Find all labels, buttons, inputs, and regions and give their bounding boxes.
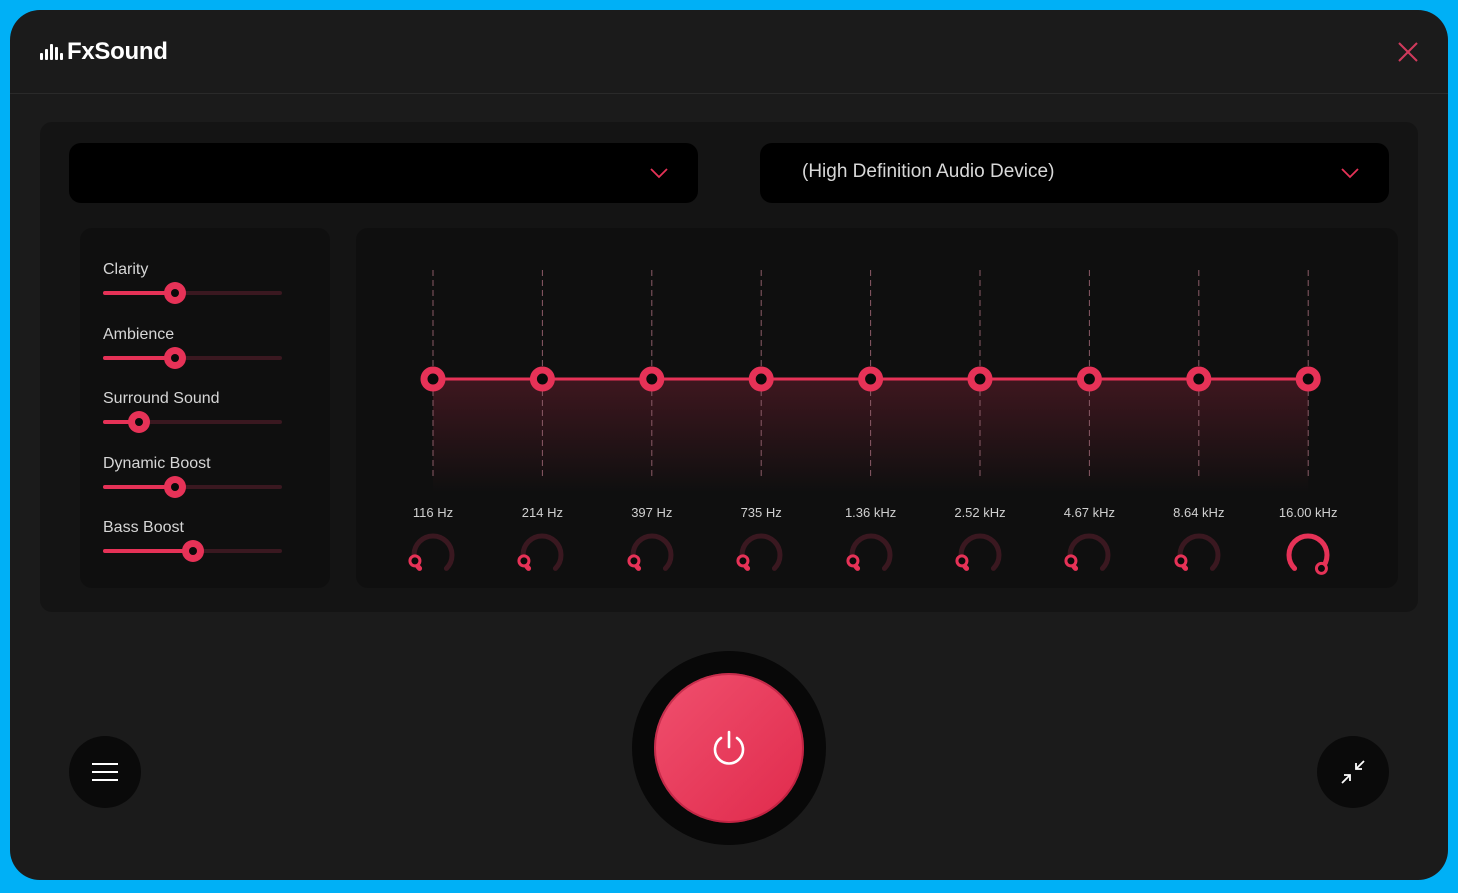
effect-slider-clarity: Clarity (103, 261, 283, 311)
slider-track[interactable] (103, 540, 282, 562)
chevron-down-icon (1341, 168, 1359, 179)
eq-band-knob[interactable] (1283, 530, 1333, 580)
slider-thumb[interactable] (163, 346, 186, 369)
slider-fill (103, 549, 193, 553)
knob-handle (408, 554, 422, 568)
close-icon (1398, 42, 1418, 62)
output-device-dropdown[interactable]: (High Definition Audio Device) (760, 143, 1389, 203)
slider-track[interactable] (103, 282, 282, 304)
effect-label: Ambience (103, 325, 175, 343)
eq-frequency-label: 16.00 kHz (1278, 505, 1338, 520)
eq-band-handle[interactable] (529, 366, 555, 392)
knob-dial (1286, 533, 1330, 575)
knob-handle (1315, 561, 1329, 575)
eq-band-knob[interactable] (1174, 530, 1224, 580)
knob-dial (517, 533, 564, 571)
eq-band-knob[interactable] (955, 530, 1005, 580)
eq-band-knob[interactable] (736, 530, 786, 580)
eq-band-knob[interactable] (517, 530, 567, 580)
eq-band-handle[interactable] (420, 366, 446, 392)
slider-thumb[interactable] (127, 411, 150, 433)
eq-band-handle[interactable] (1076, 366, 1102, 392)
minimize-arrows-icon (1341, 760, 1365, 784)
eq-frequency-label: 4.67 kHz (1063, 505, 1116, 520)
main-panel: (High Definition Audio Device) Clarity Am… (40, 122, 1418, 612)
knob-handle (517, 554, 531, 568)
menu-button[interactable] (69, 736, 141, 808)
slider-thumb[interactable] (163, 475, 186, 498)
eq-band-handle[interactable] (858, 366, 884, 392)
knob-handle (1174, 554, 1188, 568)
knob-dial (1064, 533, 1111, 571)
eq-frequency-label: 397 Hz (631, 505, 673, 520)
eq-frequency-label: 214 Hz (521, 505, 563, 520)
eq-band-handle[interactable] (967, 366, 993, 392)
effects-panel: Clarity Ambience Surround Sound Dynamic Boo… (80, 228, 330, 588)
effect-slider-dynamic-boost: Dynamic Boost (103, 455, 283, 505)
effect-label: Bass Boost (103, 519, 184, 536)
eq-band-knob[interactable] (408, 530, 458, 580)
eq-frequency-label: 2.52 kHz (954, 505, 1006, 520)
knob-handle (627, 554, 641, 568)
knob-dial (1174, 533, 1221, 571)
eq-band-handle[interactable] (1295, 366, 1321, 392)
knob-dial (408, 533, 455, 571)
eq-frequency-label: 116 Hz (412, 505, 454, 520)
effect-slider-ambience: Ambience (103, 326, 283, 376)
effect-slider-surround-sound: Surround Sound (103, 390, 283, 440)
knob-handle (736, 554, 750, 568)
knob-dial (627, 533, 674, 571)
effect-label: Surround Sound (103, 390, 220, 407)
app-title: FxSound (67, 38, 168, 65)
effect-slider-bass-boost: Bass Boost (103, 519, 283, 569)
eq-band-knob[interactable] (1064, 530, 1114, 580)
eq-band-knob[interactable] (846, 530, 896, 580)
eq-frequency-label: 8.64 kHz (1173, 505, 1225, 520)
equalizer-panel: 116 Hz 214 Hz 397 Hz 735 Hz 1.36 kHz 2.52 kHz… (356, 228, 1398, 588)
slider-track[interactable] (103, 475, 282, 498)
effect-label: Clarity (103, 261, 149, 278)
slider-thumb[interactable] (163, 282, 186, 304)
knob-dial (955, 533, 1002, 571)
title-bar: FxSound (10, 10, 1448, 94)
eq-frequency-label: 735 Hz (740, 505, 782, 520)
slider-track[interactable] (103, 346, 282, 369)
hamburger-menu-icon (92, 763, 118, 781)
preset-dropdown[interactable] (69, 143, 698, 203)
power-button[interactable] (654, 673, 804, 823)
chevron-down-icon (650, 168, 668, 179)
close-button[interactable] (1396, 40, 1420, 64)
eq-frequency-label: 1.36 kHz (844, 505, 897, 520)
minimize-view-button[interactable] (1317, 736, 1389, 808)
eq-band-handle[interactable] (639, 366, 665, 392)
knob-handle (1064, 554, 1078, 568)
equalizer-bars-icon (40, 44, 63, 60)
power-button-ring (632, 651, 826, 845)
app-window: FxSound (High Definition Audio Device) C… (10, 10, 1448, 880)
knob-handle (955, 554, 969, 568)
knob-handle (846, 554, 860, 568)
slider-track[interactable] (103, 411, 282, 433)
effect-label: Dynamic Boost (103, 454, 211, 472)
power-icon (713, 730, 745, 765)
app-logo: FxSound (40, 38, 168, 66)
eq-band-handle[interactable] (1186, 366, 1212, 392)
output-device-value: (High Definition Audio Device) (802, 161, 1055, 182)
knob-dial (736, 533, 783, 571)
eq-band-knob[interactable] (627, 530, 677, 580)
knob-dial (846, 533, 893, 571)
slider-thumb[interactable] (181, 540, 204, 562)
eq-band-handle[interactable] (748, 366, 774, 392)
